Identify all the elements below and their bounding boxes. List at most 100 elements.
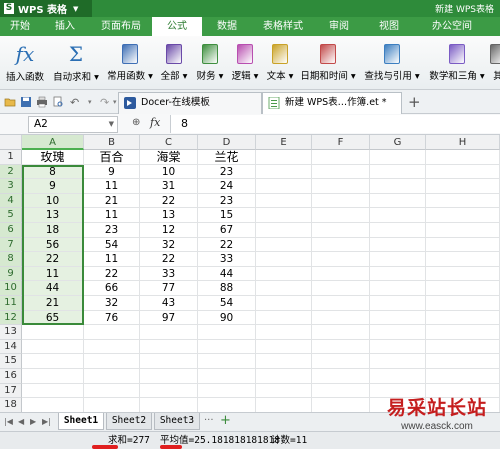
chevron-down-icon[interactable]: ▼ [109,117,114,132]
cell[interactable]: 88 [198,281,256,296]
cell[interactable]: 9 [22,179,84,194]
row-header[interactable]: 2 [0,164,22,180]
cell[interactable] [370,354,426,369]
cell[interactable]: 23 [198,193,256,209]
print-preview-icon[interactable] [52,96,64,108]
cell[interactable]: 32 [84,296,140,311]
cell[interactable] [84,383,140,399]
cell[interactable]: 56 [22,237,84,253]
cell[interactable]: 32 [140,237,198,253]
wps-app-menu-button[interactable]: S WPS 表格 ▼ [0,0,92,17]
cell[interactable]: 8 [22,164,84,180]
ribbon-button-8[interactable]: 查找与引用 ▾ [360,36,424,90]
formula-input[interactable]: 8 [170,115,500,133]
cell[interactable]: 玫瑰 [22,150,84,165]
tab-docer-templates[interactable]: Docer-在线模板 [118,92,262,114]
cell[interactable] [198,383,256,399]
undo-dropdown-icon[interactable]: ▾ [88,98,100,110]
cell[interactable] [370,339,426,355]
cell[interactable] [370,281,426,296]
cell[interactable] [312,369,370,384]
menu-8[interactable]: 办公空间 [414,17,490,36]
cell[interactable] [312,398,370,413]
cell[interactable] [198,339,256,355]
cell[interactable]: 兰花 [198,150,256,165]
sheet-tab-sheet1[interactable]: Sheet1 [58,413,104,430]
new-tab-plus-icon[interactable]: + [408,93,421,111]
cell[interactable] [84,325,140,340]
ribbon-button-6[interactable]: 文本 ▾ [264,36,296,90]
cell[interactable] [370,369,426,384]
cell[interactable] [256,252,312,267]
cell[interactable] [426,237,500,253]
cell[interactable] [312,223,370,238]
cell[interactable] [426,281,500,296]
row-header[interactable]: 3 [0,179,22,194]
cell[interactable] [426,325,500,340]
ribbon-button-10[interactable]: 其 [488,36,500,90]
row-header[interactable]: 7 [0,237,22,253]
cell[interactable] [426,310,500,326]
cell[interactable]: 23 [198,164,256,180]
cell[interactable]: 33 [198,252,256,267]
cell[interactable] [370,193,426,209]
cell[interactable]: 65 [22,310,84,326]
cell[interactable] [426,354,500,369]
cell[interactable] [256,369,312,384]
cell[interactable]: 11 [22,266,84,282]
cell[interactable] [312,179,370,194]
cell[interactable] [312,208,370,223]
ribbon-button-0[interactable]: fx 插入函数 [2,36,48,90]
cell[interactable] [256,223,312,238]
cell[interactable] [312,266,370,282]
cell[interactable] [312,252,370,267]
cell[interactable] [84,354,140,369]
menu-3[interactable]: 公式 [152,17,202,36]
cell[interactable] [256,164,312,180]
cell[interactable] [312,281,370,296]
cell[interactable] [312,193,370,209]
cell[interactable] [256,237,312,253]
ribbon-button-3[interactable]: 全部 ▾ [156,36,192,90]
cell[interactable] [426,296,500,311]
name-box[interactable]: A2 ▼ [28,116,118,133]
cell[interactable]: 18 [22,223,84,238]
column-header-e[interactable]: E [256,135,312,150]
cell[interactable] [256,325,312,340]
cell[interactable] [426,150,500,165]
cell[interactable] [256,150,312,165]
cell[interactable] [426,252,500,267]
cell[interactable]: 44 [22,281,84,296]
cell[interactable]: 13 [22,208,84,223]
cell[interactable] [312,237,370,253]
cell[interactable] [312,383,370,399]
cell[interactable]: 90 [198,310,256,326]
menu-6[interactable]: 审阅 [314,17,364,36]
row-header[interactable]: 17 [0,383,22,399]
cell[interactable] [370,164,426,180]
cell[interactable] [256,383,312,399]
ribbon-button-7[interactable]: 日期和时间 ▾ [298,36,358,90]
cell[interactable]: 9 [84,164,140,180]
cell[interactable] [22,325,84,340]
first-sheet-icon[interactable]: |◀ [4,417,13,426]
cell[interactable]: 11 [84,208,140,223]
cell[interactable] [140,325,198,340]
cell[interactable]: 67 [198,223,256,238]
cell[interactable] [198,354,256,369]
column-header-d[interactable]: D [198,135,256,150]
cell[interactable] [370,179,426,194]
cell[interactable] [256,266,312,282]
last-sheet-icon[interactable]: ▶| [42,417,51,426]
cell[interactable] [426,164,500,180]
column-header-g[interactable]: G [370,135,426,150]
row-header[interactable]: 9 [0,266,22,282]
cell[interactable]: 66 [84,281,140,296]
cell[interactable]: 77 [140,281,198,296]
cell[interactable]: 33 [140,266,198,282]
cell[interactable] [22,339,84,355]
row-header[interactable]: 5 [0,208,22,223]
cell[interactable]: 12 [140,223,198,238]
cell[interactable]: 海棠 [140,150,198,165]
cell[interactable]: 24 [198,179,256,194]
